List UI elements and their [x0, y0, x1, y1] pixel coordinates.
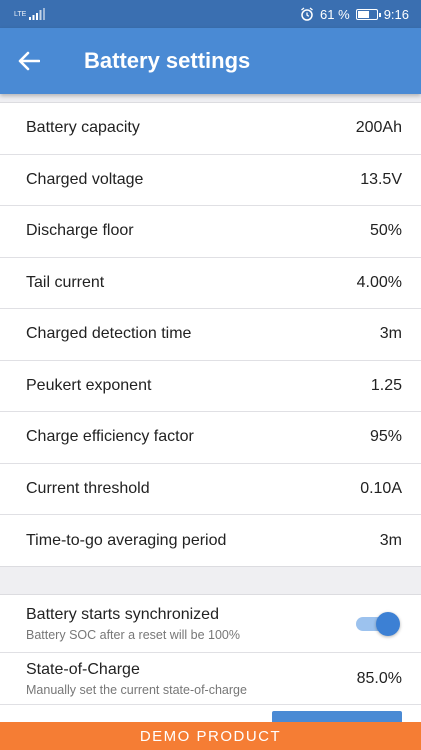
setting-value: 200Ah	[355, 119, 402, 137]
app-bar: Battery settings	[0, 28, 421, 94]
setting-label: Peukert exponent	[26, 376, 152, 394]
setting-label: Discharge floor	[26, 222, 134, 240]
setting-value: 13.5V	[360, 170, 402, 188]
setting-value: 3m	[379, 531, 402, 549]
setting-value: 95%	[369, 428, 402, 446]
sync-toggle[interactable]	[356, 611, 400, 637]
setting-discharge-floor[interactable]: Discharge floor 50%	[0, 206, 421, 258]
setting-label: Charge efficiency factor	[26, 428, 194, 446]
setting-state-of-charge[interactable]: State-of-Charge Manually set the current…	[0, 653, 421, 705]
setting-charged-voltage[interactable]: Charged voltage 13.5V	[0, 155, 421, 206]
toggle-thumb	[376, 611, 400, 636]
setting-description: Manually set the current state-of-charge	[26, 682, 247, 697]
setting-battery-starts-synchronized[interactable]: Battery starts synchronized Battery SOC …	[0, 595, 421, 653]
status-right: 61 % 9:16	[300, 7, 409, 22]
arrow-left-icon	[18, 51, 40, 71]
clock: 9:16	[383, 6, 409, 22]
page-title: Battery settings	[84, 48, 251, 73]
battery-icon	[355, 8, 381, 20]
setting-value: 0.10A	[360, 479, 402, 497]
setting-label: Battery capacity	[26, 119, 140, 137]
setting-charged-detection-time[interactable]: Charged detection time 3m	[0, 309, 421, 361]
settings-list: Battery capacity 200Ah Charged voltage 1…	[0, 102, 421, 567]
alarm-icon	[301, 7, 313, 21]
setting-label: Charged detection time	[26, 325, 192, 343]
setting-label: Time-to-go averaging period	[26, 531, 227, 549]
setting-label: Charged voltage	[26, 170, 144, 188]
setting-value: 50%	[369, 222, 402, 240]
setting-current-threshold[interactable]: Current threshold 0.10A	[0, 464, 421, 515]
setting-time-to-go-averaging-period[interactable]: Time-to-go averaging period 3m	[0, 515, 421, 567]
setting-value: 1.25	[370, 376, 402, 394]
setting-battery-capacity[interactable]: Battery capacity 200Ah	[0, 103, 421, 155]
setting-label: Current threshold	[26, 479, 150, 497]
setting-label: Battery starts synchronized	[26, 605, 219, 623]
setting-text: State-of-Charge Manually set the current…	[26, 661, 247, 697]
demo-banner: DEMO PRODUCT	[0, 722, 421, 750]
setting-text: Battery starts synchronized Battery SOC …	[26, 606, 240, 642]
back-button[interactable]	[0, 28, 58, 94]
setting-value: 3m	[379, 325, 402, 343]
status-bar: LTE 61 % 9:16	[0, 0, 421, 28]
network-type: LTE	[14, 10, 27, 18]
setting-value: 4.00%	[356, 273, 402, 291]
battery-percent: 61 %	[320, 6, 350, 22]
setting-value: 85.0%	[356, 669, 402, 687]
setting-label: State-of-Charge	[26, 660, 140, 678]
setting-tail-current[interactable]: Tail current 4.00%	[0, 258, 421, 309]
section-divider	[0, 566, 421, 594]
setting-description: Battery SOC after a reset will be 100%	[26, 627, 240, 642]
signal-icon	[29, 8, 46, 20]
setting-peukert-exponent[interactable]: Peukert exponent 1.25	[0, 361, 421, 412]
status-left: LTE	[14, 8, 46, 20]
setting-label: Tail current	[26, 273, 105, 291]
setting-charge-efficiency-factor[interactable]: Charge efficiency factor 95%	[0, 412, 421, 464]
